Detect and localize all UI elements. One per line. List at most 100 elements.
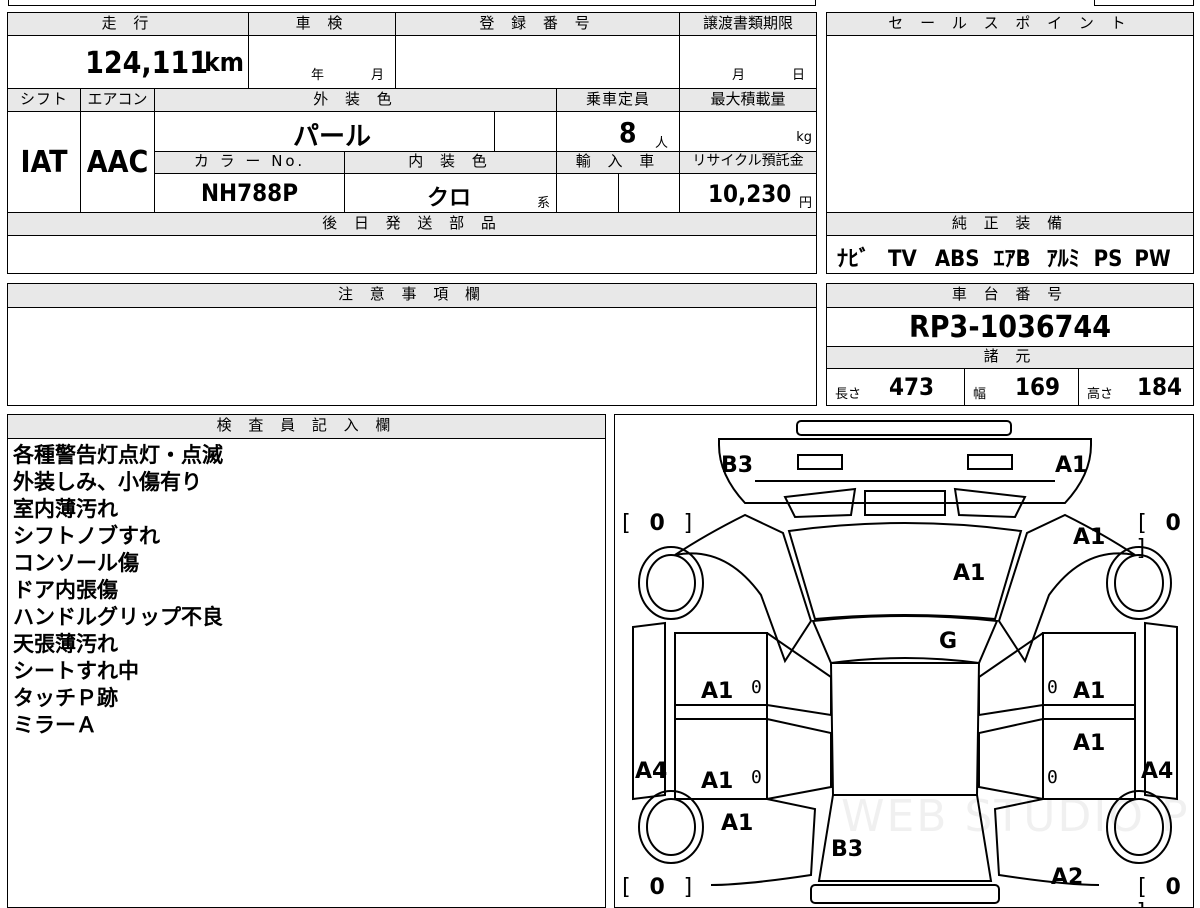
max-load-cell: kg: [679, 111, 817, 152]
equipment-nav: ﾅﾋﾞ: [837, 247, 871, 272]
height-value: 184: [1137, 373, 1183, 401]
max-load-unit: kg: [796, 130, 812, 145]
import-header: 輸 入 車: [556, 151, 680, 174]
mark-hood: A1: [953, 561, 986, 586]
mark-right-rocker: A4: [1141, 759, 1174, 784]
top-strip-right: [1094, 0, 1194, 6]
length-label: 長さ: [835, 387, 862, 402]
capacity-cell: 8 人: [556, 111, 680, 152]
inspection-cell: 年 月: [248, 35, 396, 89]
deadline-month: 月: [732, 68, 746, 83]
tire-front-left-value: 0: [649, 511, 667, 536]
sales-point-body: [826, 35, 1194, 213]
chassis-cell: RP3-1036744: [826, 307, 1194, 347]
ac-cell: AAC: [80, 111, 155, 213]
mark-door-zero-2: 0: [1047, 677, 1058, 698]
later-parts-cell: [7, 235, 817, 274]
later-parts-header: 後 日 発 送 部 品: [7, 212, 817, 236]
inspection-header: 車 検: [248, 12, 396, 36]
height-label: 高さ: [1087, 387, 1114, 402]
mileage-value: 124,111: [85, 46, 208, 81]
deadline-cell: 月 日: [679, 35, 817, 89]
recycle-header: リサイクル預託金: [679, 151, 817, 174]
interior-cell: クロ 系: [344, 173, 557, 213]
import-cell-b: [618, 173, 680, 213]
mark-left-front-door: A1: [701, 679, 734, 704]
mark-left-rear-door: A1: [701, 769, 734, 794]
equipment-header: 純 正 装 備: [826, 212, 1194, 236]
tire-rear-left: [ 0 ]: [619, 875, 698, 900]
remark-item: 外装しみ、小傷有り: [13, 470, 202, 494]
inspector-body: 各種警告灯点灯・点滅 外装しみ、小傷有り 室内薄汚れ シフトノブすれ コンソール…: [7, 438, 606, 908]
mark-front-right-corner: A1: [1055, 453, 1088, 478]
width-label: 幅: [973, 387, 987, 402]
width-cell: 幅 169: [964, 368, 1079, 406]
equipment-pw: PW: [1134, 247, 1171, 272]
mark-right-fender: A1: [1073, 525, 1106, 550]
exterior-cell: パール: [154, 111, 495, 152]
ac-value: AAC: [86, 144, 149, 180]
equipment-airbag: ｴｱB: [993, 247, 1031, 272]
capacity-value: 8: [619, 116, 637, 149]
remark-item: 各種警告灯点灯・点滅: [13, 443, 223, 467]
deadline-header: 譲渡書類期限: [679, 12, 817, 36]
damage-diagram: [ 0 ] [ 0 ] [ 0 ] [ 0 ] B3 A1 A1 A1 G A1…: [614, 414, 1194, 908]
mileage-header: 走 行: [7, 12, 249, 36]
import-cell-a: [556, 173, 619, 213]
length-cell: 長さ 473: [826, 368, 965, 406]
tire-rear-right: [ 0 ]: [1135, 875, 1183, 907]
interior-suffix: 系: [536, 196, 550, 211]
recycle-unit: 円: [798, 196, 812, 211]
inspection-year: 年: [311, 68, 325, 83]
shift-cell: IAT: [7, 111, 81, 213]
inspector-header: 検 査 員 記 入 欄: [7, 414, 606, 439]
registration-cell: [395, 35, 680, 89]
height-cell: 高さ 184: [1078, 368, 1194, 406]
remark-item: 室内薄汚れ: [13, 497, 118, 521]
mileage-unit: km: [204, 48, 244, 78]
exterior-extra-cell: [494, 111, 557, 152]
tire-front-left: [ 0 ]: [619, 511, 698, 536]
mark-left-rocker: A4: [635, 759, 668, 784]
mark-door-zero-4: 0: [1047, 767, 1058, 788]
recycle-value: 10,230: [708, 180, 792, 208]
width-value: 169: [1015, 373, 1061, 401]
max-load-header: 最大積載量: [679, 88, 817, 112]
mark-door-zero-3: 0: [751, 767, 762, 788]
tire-rear-left-value: 0: [649, 875, 667, 900]
mark-right-front-door: A1: [1073, 679, 1106, 704]
remark-item: シートすれ中: [13, 659, 139, 683]
length-value: 473: [889, 373, 935, 401]
remark-item: ミラーＡ: [13, 713, 97, 737]
color-no-value: NH788P: [200, 179, 299, 207]
equipment-tv: TV: [888, 247, 917, 272]
color-no-header: カ ラ ー No.: [154, 151, 345, 174]
top-strip: [8, 0, 816, 6]
specs-header: 諸 元: [826, 346, 1194, 369]
exterior-color-header: 外 装 色: [154, 88, 557, 112]
tire-front-right-value: 0: [1165, 511, 1183, 536]
mark-right-rear-door-upper: A1: [1073, 731, 1106, 756]
exterior-value: パール: [293, 122, 372, 152]
color-no-cell: NH788P: [154, 173, 345, 213]
capacity-unit: 人: [655, 136, 669, 151]
equipment-abs: ABS: [934, 247, 980, 272]
mark-door-zero-1: 0: [751, 677, 762, 698]
shift-header: シフト: [7, 88, 81, 112]
equipment-ps: PS: [1093, 247, 1123, 272]
tire-front-right: [ 0 ]: [1135, 511, 1183, 561]
remark-item: ハンドルグリップ不良: [13, 605, 223, 629]
tire-rear-right-value: 0: [1165, 875, 1183, 900]
remark-item: タッチＰ跡: [13, 686, 118, 710]
inspection-month: 月: [371, 68, 385, 83]
remark-item: シフトノブすれ: [13, 524, 160, 548]
equipment-body: ﾅﾋﾞ TV ABS ｴｱB ｱﾙﾐ PS PW: [826, 235, 1194, 274]
equipment-list: ﾅﾋﾞ TV ABS ｴｱB ｱﾙﾐ PS PW: [837, 241, 1171, 273]
notes-header: 注 意 事 項 欄: [7, 283, 817, 308]
watermark: WEB STUDIO PRO: [841, 791, 1193, 842]
notes-body: [7, 307, 817, 406]
remark-item: ドア内張傷: [13, 578, 118, 602]
mark-front-left-corner: B3: [721, 453, 754, 478]
remark-item: 天張薄汚れ: [13, 632, 118, 656]
sales-point-header: セ ー ル ス ポ イ ン ト: [826, 12, 1194, 36]
